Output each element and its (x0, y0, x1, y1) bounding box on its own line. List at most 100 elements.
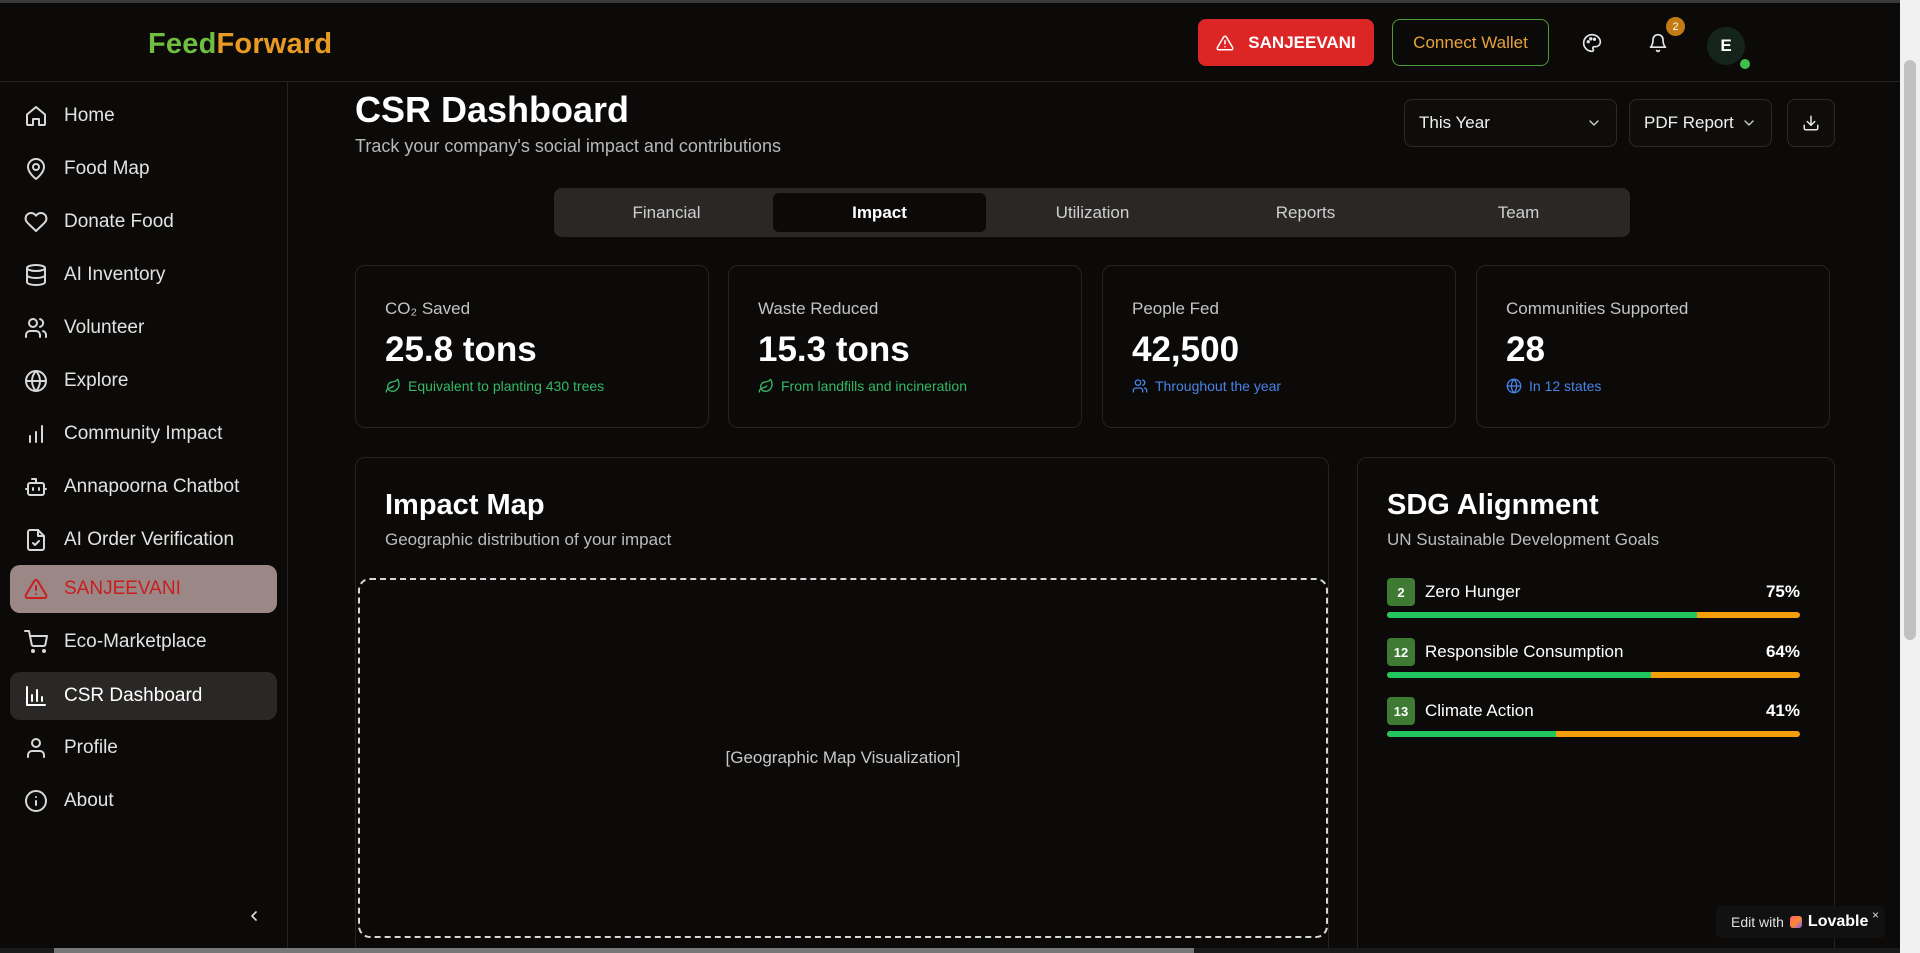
sidebar-item-label: Annapoorna Chatbot (64, 476, 240, 497)
stat-value: 28 (1506, 330, 1545, 369)
bell-icon (1649, 33, 1667, 53)
sidebar-item-eco-marketplace[interactable]: Eco-Marketplace (10, 618, 277, 666)
alert-triangle-icon (1216, 34, 1234, 50)
tab-team[interactable]: Team (1412, 193, 1625, 232)
sdg-goal-name: Zero Hunger (1425, 582, 1521, 601)
sidebar-item-profile[interactable]: Profile (10, 724, 277, 772)
sidebar-item-label: SANJEEVANI (64, 578, 181, 599)
sdg-goal-name: Climate Action (1425, 701, 1534, 720)
sidebar-item-community-impact[interactable]: Community Impact (10, 410, 277, 458)
chart-icon (26, 686, 46, 706)
sidebar-item-label: Volunteer (64, 317, 145, 338)
user-icon (27, 738, 45, 758)
sdg-goal-number: 12 (1387, 638, 1415, 666)
sdg-goal-percent: 64% (1765, 642, 1800, 661)
sidebar-item-label: Explore (64, 370, 129, 391)
badge-close-button[interactable]: × (1872, 908, 1879, 922)
chevron-down-icon (1589, 120, 1599, 126)
alert-triangle-icon (24, 578, 48, 599)
badge-prefix: Edit with (1731, 914, 1784, 930)
notification-count-badge: 2 (1666, 17, 1685, 36)
connect-wallet-button[interactable]: Connect Wallet (1392, 19, 1549, 66)
map-placeholder-text: [Geographic Map Visualization] (725, 748, 961, 767)
palette-icon (1582, 33, 1602, 53)
map-visualization-placeholder[interactable]: [Geographic Map Visualization] (358, 578, 1328, 938)
user-avatar[interactable]: E (1707, 27, 1745, 65)
stat-note-text: Equivalent to planting 430 trees (408, 378, 605, 394)
sidebar-item-label: CSR Dashboard (64, 685, 203, 706)
period-select[interactable]: This Year (1404, 99, 1617, 147)
sdg-subtitle: UN Sustainable Development Goals (1387, 530, 1660, 549)
sidebar-item-label: Eco-Marketplace (64, 631, 207, 652)
sdg-goal-name: Responsible Consumption (1425, 642, 1624, 661)
sdg-goal-row: 13 Climate Action 41% (1387, 697, 1800, 737)
top-bar: FeedForward SANJEEVANI Connect Wallet 2 … (0, 0, 1900, 82)
stat-label: Communities Supported (1506, 299, 1689, 318)
report-format-select[interactable]: PDF Report (1629, 99, 1772, 147)
stat-card-waste-reduced: Waste Reduced 15.3 tons From landfills a… (728, 265, 1082, 428)
online-status-dot (1740, 59, 1750, 69)
stat-label: CO₂ Saved (385, 299, 471, 318)
vertical-scrollbar-thumb[interactable] (1904, 60, 1916, 640)
tab-reports[interactable]: Reports (1199, 193, 1412, 232)
dashboard-tabs: Financial Impact Utilization Reports Tea… (554, 188, 1630, 237)
sanjeevani-button-label: SANJEEVANI (1248, 32, 1356, 52)
sdg-goal-row: 12 Responsible Consumption 64% (1387, 638, 1800, 678)
sdg-title: SDG Alignment (1387, 489, 1599, 521)
sidebar-item-ai-order-verification[interactable]: AI Order Verification (10, 516, 277, 564)
sdg-progress-fill (1387, 731, 1557, 737)
logo-part-feed: Feed (148, 28, 217, 60)
sidebar-item-food-map[interactable]: Food Map (10, 145, 277, 193)
sidebar-collapse-button[interactable] (240, 902, 268, 930)
sdg-progress-fill (1387, 612, 1697, 618)
sidebar-item-donate-food[interactable]: Donate Food (10, 198, 277, 246)
badge-brand: Lovable (1807, 913, 1869, 930)
stat-note: Throughout the year (1132, 378, 1281, 394)
stat-note-text: Throughout the year (1155, 378, 1282, 394)
sanjeevani-button[interactable]: SANJEEVANI (1198, 19, 1374, 66)
tab-impact[interactable]: Impact (773, 193, 986, 232)
impact-map-subtitle: Geographic distribution of your impact (385, 530, 672, 549)
sidebar-item-sanjeevani[interactable]: SANJEEVANI (10, 565, 277, 613)
sidebar-item-ai-inventory[interactable]: AI Inventory (10, 251, 277, 299)
sidebar-item-annapoorna-chatbot[interactable]: Annapoorna Chatbot (10, 463, 277, 511)
sdg-goal-percent: 75% (1765, 582, 1800, 601)
edit-with-lovable-badge[interactable]: Edit with Lovable × (1716, 906, 1885, 938)
users-icon (1132, 379, 1148, 393)
tab-financial[interactable]: Financial (560, 193, 773, 232)
app-logo[interactable]: FeedForward (148, 28, 332, 61)
home-icon (26, 106, 46, 126)
lovable-logo-icon (1789, 916, 1802, 928)
sdg-progress-fill (1387, 672, 1652, 678)
chevron-down-icon (1744, 120, 1754, 126)
chevron-left-icon (251, 911, 257, 921)
sdg-progress-bar (1387, 672, 1800, 678)
impact-map-panel: Impact Map Geographic distribution of yo… (355, 457, 1329, 953)
sdg-goal-percent: 41% (1765, 701, 1800, 720)
sdg-alignment-panel: SDG Alignment UN Sustainable Development… (1357, 457, 1835, 953)
users-icon (25, 318, 48, 338)
stat-note-text: In 12 states (1529, 378, 1602, 394)
sidebar-item-home[interactable]: Home (10, 92, 277, 140)
globe-icon (25, 370, 47, 392)
download-button[interactable] (1787, 99, 1835, 147)
stat-note: From landfills and incineration (758, 378, 967, 394)
globe-icon (1506, 378, 1522, 394)
horizontal-scrollbar-thumb[interactable] (54, 948, 1194, 953)
sidebar-item-explore[interactable]: Explore (10, 357, 277, 405)
sidebar-item-csr-dashboard[interactable]: CSR Dashboard (10, 672, 277, 720)
stat-card-people-fed: People Fed 42,500 Throughout the year (1102, 265, 1456, 428)
sidebar-item-volunteer[interactable]: Volunteer (10, 304, 277, 352)
leaf-icon (758, 378, 773, 393)
page-subtitle: Track your company's social impact and c… (355, 136, 781, 156)
bar-chart-icon (29, 425, 43, 443)
period-select-value: This Year (1419, 113, 1490, 132)
sidebar-item-about[interactable]: About (10, 777, 277, 825)
sdg-goal-number: 13 (1387, 697, 1415, 725)
theme-palette-button[interactable] (1576, 27, 1608, 59)
sidebar-item-label: Donate Food (64, 211, 174, 232)
heart-icon (24, 212, 48, 232)
sidebar-item-label: Profile (64, 737, 118, 758)
tab-utilization[interactable]: Utilization (986, 193, 1199, 232)
sidebar-item-label: AI Inventory (64, 264, 166, 285)
